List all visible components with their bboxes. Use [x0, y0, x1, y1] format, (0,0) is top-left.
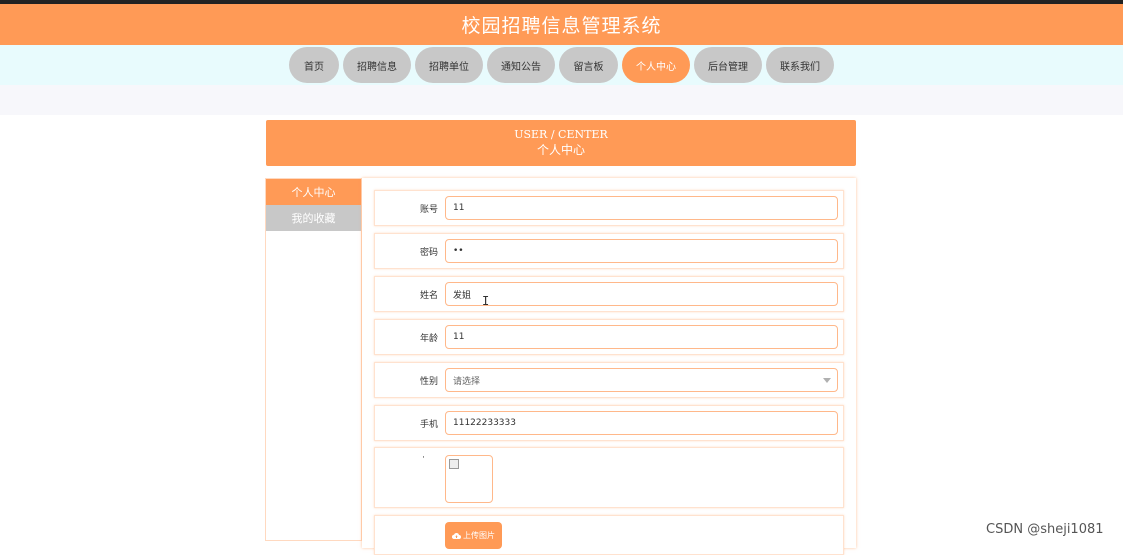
nav-message-board[interactable]: 留言板 — [559, 47, 618, 83]
site-title: 校园招聘信息管理系统 — [461, 15, 662, 37]
name-label: 姓名 — [419, 290, 438, 301]
form-row-photo: · — [374, 447, 844, 508]
nav-home[interactable]: 首页 — [289, 47, 339, 83]
photo-label: · — [422, 453, 425, 463]
sidebar-item-favorites[interactable]: 我的收藏 — [266, 205, 361, 231]
form-row-gender: 性别 请选择 — [374, 362, 844, 398]
banner-title-cn: 个人中心 — [536, 143, 585, 157]
form-row-name: 姓名 发姐 — [374, 276, 844, 312]
password-input[interactable]: •• — [445, 239, 838, 263]
sidebar-item-user-center[interactable]: 个人中心 — [266, 179, 361, 205]
account-input[interactable]: 11 — [445, 196, 838, 220]
account-label: 账号 — [419, 204, 438, 215]
watermark: CSDN @sheji1081 — [986, 522, 1104, 537]
site-header: 校园招聘信息管理系统 — [0, 4, 1123, 45]
nav-admin[interactable]: 后台管理 — [694, 47, 762, 83]
form-row-password: 密码 •• — [374, 233, 844, 269]
sidebar: 个人中心 我的收藏 — [265, 178, 362, 541]
nav-job-info[interactable]: 招聘信息 — [343, 47, 411, 83]
gender-select-value: 请选择 — [453, 376, 481, 387]
nav-companies[interactable]: 招聘单位 — [415, 47, 483, 83]
main-nav: 首页 招聘信息 招聘单位 通知公告 留言板 个人中心 后台管理 联系我们 — [0, 47, 1123, 83]
name-input[interactable]: 发姐 — [445, 282, 838, 306]
age-input[interactable]: 11 — [445, 325, 838, 349]
form-row-upload: 上传图片 — [374, 515, 844, 555]
gender-label: 性别 — [419, 376, 438, 387]
nav-user-center[interactable]: 个人中心 — [622, 47, 690, 83]
chevron-down-icon — [823, 378, 831, 383]
phone-label: 手机 — [419, 419, 438, 430]
gender-select[interactable]: 请选择 — [445, 368, 838, 392]
form-row-age: 年龄 11 — [374, 319, 844, 355]
banner-title-en: USER / CENTER — [514, 128, 608, 141]
upload-button-label: 上传图片 — [463, 531, 495, 540]
profile-form: 账号 11 密码 •• 姓名 发姐 年龄 11 性别 请选择 手机 111222… — [362, 178, 856, 555]
broken-image-icon — [449, 459, 459, 469]
password-label: 密码 — [419, 247, 438, 258]
cloud-upload-icon — [452, 532, 461, 539]
age-label: 年龄 — [419, 333, 438, 344]
page-banner: USER / CENTER 个人中心 — [266, 120, 856, 166]
nav-contact[interactable]: 联系我们 — [766, 47, 834, 83]
phone-input[interactable]: 11122233333 — [445, 411, 838, 435]
nav-announcements[interactable]: 通知公告 — [487, 47, 555, 83]
upload-image-button[interactable]: 上传图片 — [445, 522, 502, 549]
form-row-account: 账号 11 — [374, 190, 844, 226]
photo-preview[interactable] — [445, 455, 493, 503]
text-cursor-icon: I — [482, 294, 490, 308]
form-row-phone: 手机 11122233333 — [374, 405, 844, 441]
sub-header-band — [0, 85, 1123, 115]
